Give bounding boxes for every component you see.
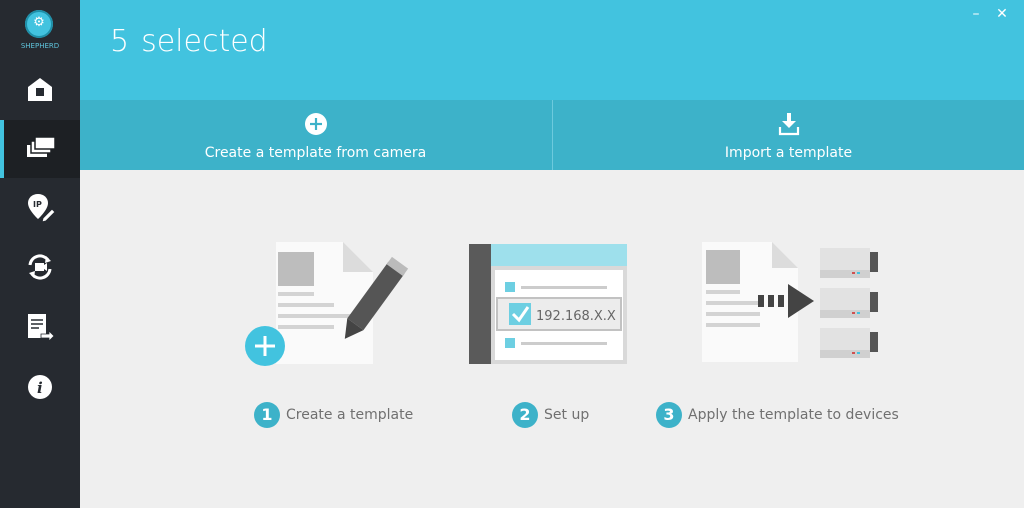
sidebar-item-info[interactable]: i	[0, 360, 80, 418]
import-template-button[interactable]: Import a template	[553, 100, 1024, 170]
plus-circle-icon	[304, 113, 327, 135]
ip-edit-icon: IP	[28, 194, 55, 222]
svg-text:i: i	[37, 379, 43, 397]
ip-address-text: 192.168.X.X	[536, 309, 616, 324]
create-template-illustration	[245, 242, 409, 366]
action-bar: Create a template from camera Import a t…	[80, 100, 1024, 170]
selected-label: selected	[141, 24, 268, 59]
app-logo: ⚙ SHEPHERD	[0, 0, 80, 60]
step-3-label: Apply the template to devices	[688, 407, 899, 423]
page-title: 5 selected	[110, 24, 268, 59]
step-1-number: 1	[254, 402, 280, 428]
step-2: 2 Set up	[512, 402, 589, 428]
export-list-icon	[28, 314, 55, 342]
update-icon	[28, 254, 52, 280]
sidebar-item-devices[interactable]	[0, 120, 80, 178]
step-3-number: 3	[656, 402, 682, 428]
devices-icon	[27, 136, 55, 157]
sidebar-item-export[interactable]	[0, 300, 80, 358]
sidebar-item-home[interactable]	[0, 62, 80, 120]
create-template-from-camera-button[interactable]: Create a template from camera	[80, 100, 551, 170]
selected-count: 5	[110, 24, 130, 59]
step-2-label: Set up	[544, 407, 590, 423]
close-button[interactable]: ✕	[994, 6, 1010, 22]
info-icon: i	[28, 375, 52, 399]
sidebar-item-ip[interactable]: IP	[0, 180, 80, 238]
setup-illustration: 192.168.X.X	[469, 244, 627, 364]
step-2-number: 2	[512, 402, 538, 428]
sidebar-item-update[interactable]	[0, 240, 80, 298]
sidebar: ⚙ SHEPHERD IP i	[0, 0, 80, 508]
step-1: 1 Create a template	[254, 402, 413, 428]
apply-template-illustration	[702, 242, 878, 362]
logo-text: SHEPHERD	[20, 42, 60, 50]
minimize-button[interactable]: –	[968, 6, 984, 22]
shepherd-logo-icon: ⚙	[25, 10, 53, 38]
download-icon	[778, 113, 799, 136]
home-icon	[28, 78, 52, 101]
create-template-label: Create a template from camera	[204, 145, 427, 161]
import-template-label: Import a template	[724, 145, 853, 161]
header: 5 selected – ✕	[80, 0, 1024, 100]
step-1-label: Create a template	[286, 407, 414, 423]
svg-text:IP: IP	[33, 200, 42, 209]
step-3: 3 Apply the template to devices	[656, 402, 899, 428]
